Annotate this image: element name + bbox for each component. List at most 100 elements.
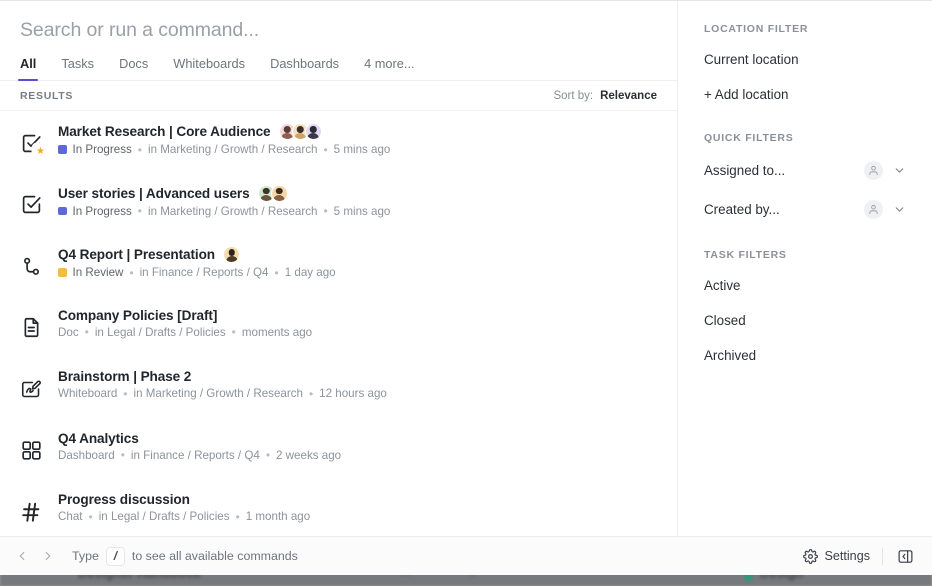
result-meta: In Progress • in Marketing / Growth / Rese…: [58, 143, 657, 156]
sort-control[interactable]: Sort by: Relevance: [553, 90, 657, 102]
task-filter-active[interactable]: Active: [704, 278, 932, 293]
sort-value[interactable]: Relevance: [600, 90, 657, 102]
status-text: In Progress: [72, 143, 132, 156]
whiteboard-icon: [16, 374, 46, 404]
result-title-line: Progress discussion: [58, 492, 657, 507]
quick-filters-heading: QUICK FILTERS: [704, 132, 794, 144]
result-title-line: Q4 Report | Presentation: [58, 246, 657, 263]
toggle-sidebar-icon[interactable]: [895, 546, 916, 567]
chat-hash-icon: [16, 497, 46, 527]
result-row[interactable]: Company Policies [Draft] Doc • in Legal / D…: [0, 300, 677, 362]
status-color-swatch: [58, 145, 67, 154]
result-type: Whiteboard: [58, 387, 118, 400]
location-filter-current-location[interactable]: Current location: [704, 52, 932, 67]
result-timestamp: 2 weeks ago: [276, 448, 342, 462]
meta-separator: •: [123, 386, 128, 401]
result-content: Q4 Report | Presentation In Review • in Fin…: [58, 246, 657, 279]
task-checkbox-icon: ★: [16, 128, 48, 159]
meta-separator: •: [265, 448, 271, 462]
result-content: Progress discussion Chat • in Legal / Draft…: [58, 492, 657, 523]
command-palette-modal: All Tasks Docs Whiteboards Dashboards 4 more.…: [0, 0, 932, 575]
task-filters-heading: TASK FILTERS: [704, 249, 787, 261]
filter-item-label: Closed: [704, 313, 746, 328]
nav-forward-icon[interactable]: [36, 544, 60, 568]
result-title-line: User stories | Advanced users: [58, 184, 657, 202]
meta-separator: •: [231, 325, 236, 339]
quick-filter-created-by[interactable]: Created by...: [704, 200, 932, 219]
tab-all[interactable]: All: [17, 56, 39, 81]
result-timestamp: moments ago: [241, 325, 313, 339]
chevron-down-icon[interactable]: [893, 164, 906, 177]
status-badge: In Review: [58, 266, 123, 279]
search-results-pane: All Tasks Docs Whiteboards Dashboards 4 more.…: [0, 1, 678, 536]
result-row[interactable]: ★ Market Research | Core Audience In Progr…: [0, 115, 677, 177]
result-title: Q4 Report | Presentation: [58, 247, 216, 262]
result-meta: Doc • in Legal / Drafts / Policies • moments…: [58, 326, 657, 339]
meta-separator: •: [323, 142, 328, 157]
result-path: in Legal / Drafts / Policies: [94, 325, 226, 339]
result-timestamp: 12 hours ago: [319, 387, 387, 400]
result-meta: Chat • in Legal / Drafts / Policies • 1 mont…: [58, 510, 657, 523]
meta-separator: •: [88, 509, 93, 524]
result-row[interactable]: Q4 Report | Presentation In Review • in Fin…: [0, 238, 677, 300]
assignee-avatars[interactable]: [223, 246, 241, 263]
location-filter-add-location[interactable]: + Add location: [704, 87, 932, 102]
result-path: in Legal / Drafts / Policies: [98, 510, 230, 523]
meta-separator: •: [308, 386, 314, 401]
result-title: Q4 Analytics: [58, 430, 139, 446]
result-content: Company Policies [Draft] Doc • in Legal / D…: [58, 308, 657, 339]
hint-suffix: to see all available commands: [131, 549, 298, 563]
chevron-down-icon[interactable]: [893, 203, 906, 216]
result-path: in Finance / Reports / Q4: [139, 266, 269, 279]
results-header: RESULTS Sort by: Relevance: [0, 81, 677, 111]
task-filter-closed[interactable]: Closed: [704, 313, 932, 328]
tab-dashboards[interactable]: Dashboards: [270, 56, 339, 80]
result-meta: In Progress • in Marketing / Growth / Rese…: [58, 205, 657, 218]
result-type: Dashboard: [58, 448, 115, 462]
person-icon[interactable]: [864, 200, 883, 219]
status-text: In Progress: [72, 204, 132, 218]
result-row[interactable]: Progress discussion Chat • in Legal / Draft…: [0, 484, 677, 536]
result-content: Brainstorm | Phase 2 Whiteboard • in Market…: [58, 369, 657, 400]
footer-right: Settings: [803, 546, 916, 567]
tab-4-more[interactable]: 4 more...: [364, 56, 415, 80]
location-filter-items: Current location + Add location: [704, 52, 932, 102]
filter-item-controls: [864, 161, 906, 180]
avatar: [270, 184, 288, 202]
result-title-line: Company Policies [Draft]: [58, 308, 657, 323]
tab-docs[interactable]: Docs: [119, 56, 148, 80]
search-input[interactable]: [20, 19, 657, 42]
result-meta: In Review • in Finance / Reports / Q4 • 1 da…: [58, 266, 657, 279]
task-filter-archived[interactable]: Archived: [704, 348, 932, 363]
modal-footer: Type / to see all available commands Set…: [0, 536, 932, 575]
result-row[interactable]: Q4 Analytics Dashboard • in Finance / Repor…: [0, 423, 677, 485]
task-filter-items: Active Closed Archived: [704, 278, 932, 363]
assignee-avatars[interactable]: [278, 123, 322, 140]
status-color-swatch: [58, 206, 67, 216]
meta-separator: •: [274, 265, 279, 280]
person-icon[interactable]: [864, 161, 883, 180]
location-filter-heading: LOCATION FILTER: [704, 23, 809, 35]
nav-back-icon[interactable]: [10, 544, 34, 568]
filter-item-label: Current location: [704, 52, 799, 67]
result-path: in Marketing / Growth / Research: [133, 387, 303, 400]
result-row[interactable]: Brainstorm | Phase 2 Whiteboard • in Market…: [0, 361, 677, 423]
result-row[interactable]: User stories | Advanced users In Progress…: [0, 177, 677, 239]
result-path: in Marketing / Growth / Research: [148, 143, 318, 156]
result-timestamp: 1 day ago: [284, 266, 336, 279]
quick-filter-assigned-to[interactable]: Assigned to...: [704, 161, 932, 180]
search-row: [0, 1, 677, 44]
result-type: Doc: [58, 325, 79, 339]
tab-tasks[interactable]: Tasks: [61, 56, 94, 80]
result-timestamp: 5 mins ago: [333, 204, 391, 218]
results-list[interactable]: ★ Market Research | Core Audience In Progr…: [0, 111, 677, 536]
tab-whiteboards[interactable]: Whiteboards: [173, 56, 245, 80]
result-meta: Dashboard • in Finance / Reports / Q4 • 2 we…: [58, 449, 657, 462]
result-title: Progress discussion: [58, 492, 190, 507]
assignee-avatars[interactable]: [257, 184, 288, 202]
settings-button[interactable]: Settings: [803, 548, 870, 564]
meta-separator: •: [129, 265, 134, 280]
footer-divider: [882, 547, 883, 565]
result-meta: Whiteboard • in Marketing / Growth / Resea…: [58, 387, 657, 400]
